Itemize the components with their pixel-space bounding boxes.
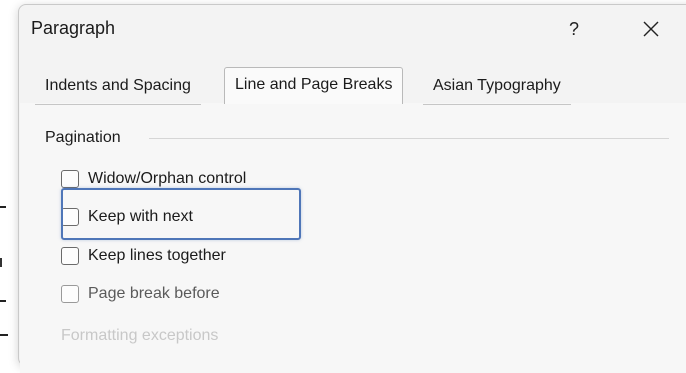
close-icon: [643, 21, 659, 37]
checkbox-label: Page break before: [88, 285, 220, 302]
tab-line-and-page-breaks[interactable]: Line and Page Breaks: [224, 67, 404, 104]
tab-label: Line and Page Breaks: [235, 76, 393, 93]
tab-label: Asian Typography: [433, 77, 561, 94]
page-break-before-option[interactable]: Page break before: [61, 282, 220, 306]
tab-asian-typography[interactable]: Asian Typography: [423, 71, 571, 105]
keep-lines-together-checkbox[interactable]: [61, 247, 79, 265]
formatting-exceptions-heading: Formatting exceptions: [61, 327, 219, 344]
widow-orphan-control-checkbox[interactable]: [61, 170, 79, 188]
background-text-fragment: [0, 300, 6, 302]
paragraph-dialog: Paragraph ? Indents and Spacing Line and…: [18, 4, 686, 373]
widow-orphan-control-option[interactable]: Widow/Orphan control: [61, 167, 246, 191]
tab-indents-and-spacing[interactable]: Indents and Spacing: [35, 71, 201, 105]
tab-divider: [423, 104, 571, 105]
checkbox-label: Keep lines together: [88, 247, 226, 264]
keep-with-next-checkbox[interactable]: [61, 208, 79, 226]
pagination-heading: Pagination: [45, 129, 129, 147]
section-divider: [149, 138, 669, 139]
tab-divider: [35, 104, 201, 105]
keep-lines-together-option[interactable]: Keep lines together: [61, 244, 226, 268]
help-button[interactable]: ?: [554, 11, 594, 47]
dialog-title: Paragraph: [31, 18, 116, 38]
background-text-fragment: [0, 334, 8, 336]
background-text-fragment: [0, 206, 6, 208]
checkbox-label: Widow/Orphan control: [88, 170, 247, 187]
tab-strip: Indents and Spacing Line and Page Breaks…: [31, 67, 686, 105]
page-break-before-checkbox[interactable]: [61, 285, 79, 303]
keep-with-next-option[interactable]: Keep with next: [61, 205, 193, 229]
checkbox-label: Keep with next: [88, 208, 193, 225]
background-text-fragment: [0, 258, 7, 267]
tab-label: Indents and Spacing: [45, 77, 191, 94]
close-button[interactable]: [631, 11, 671, 47]
